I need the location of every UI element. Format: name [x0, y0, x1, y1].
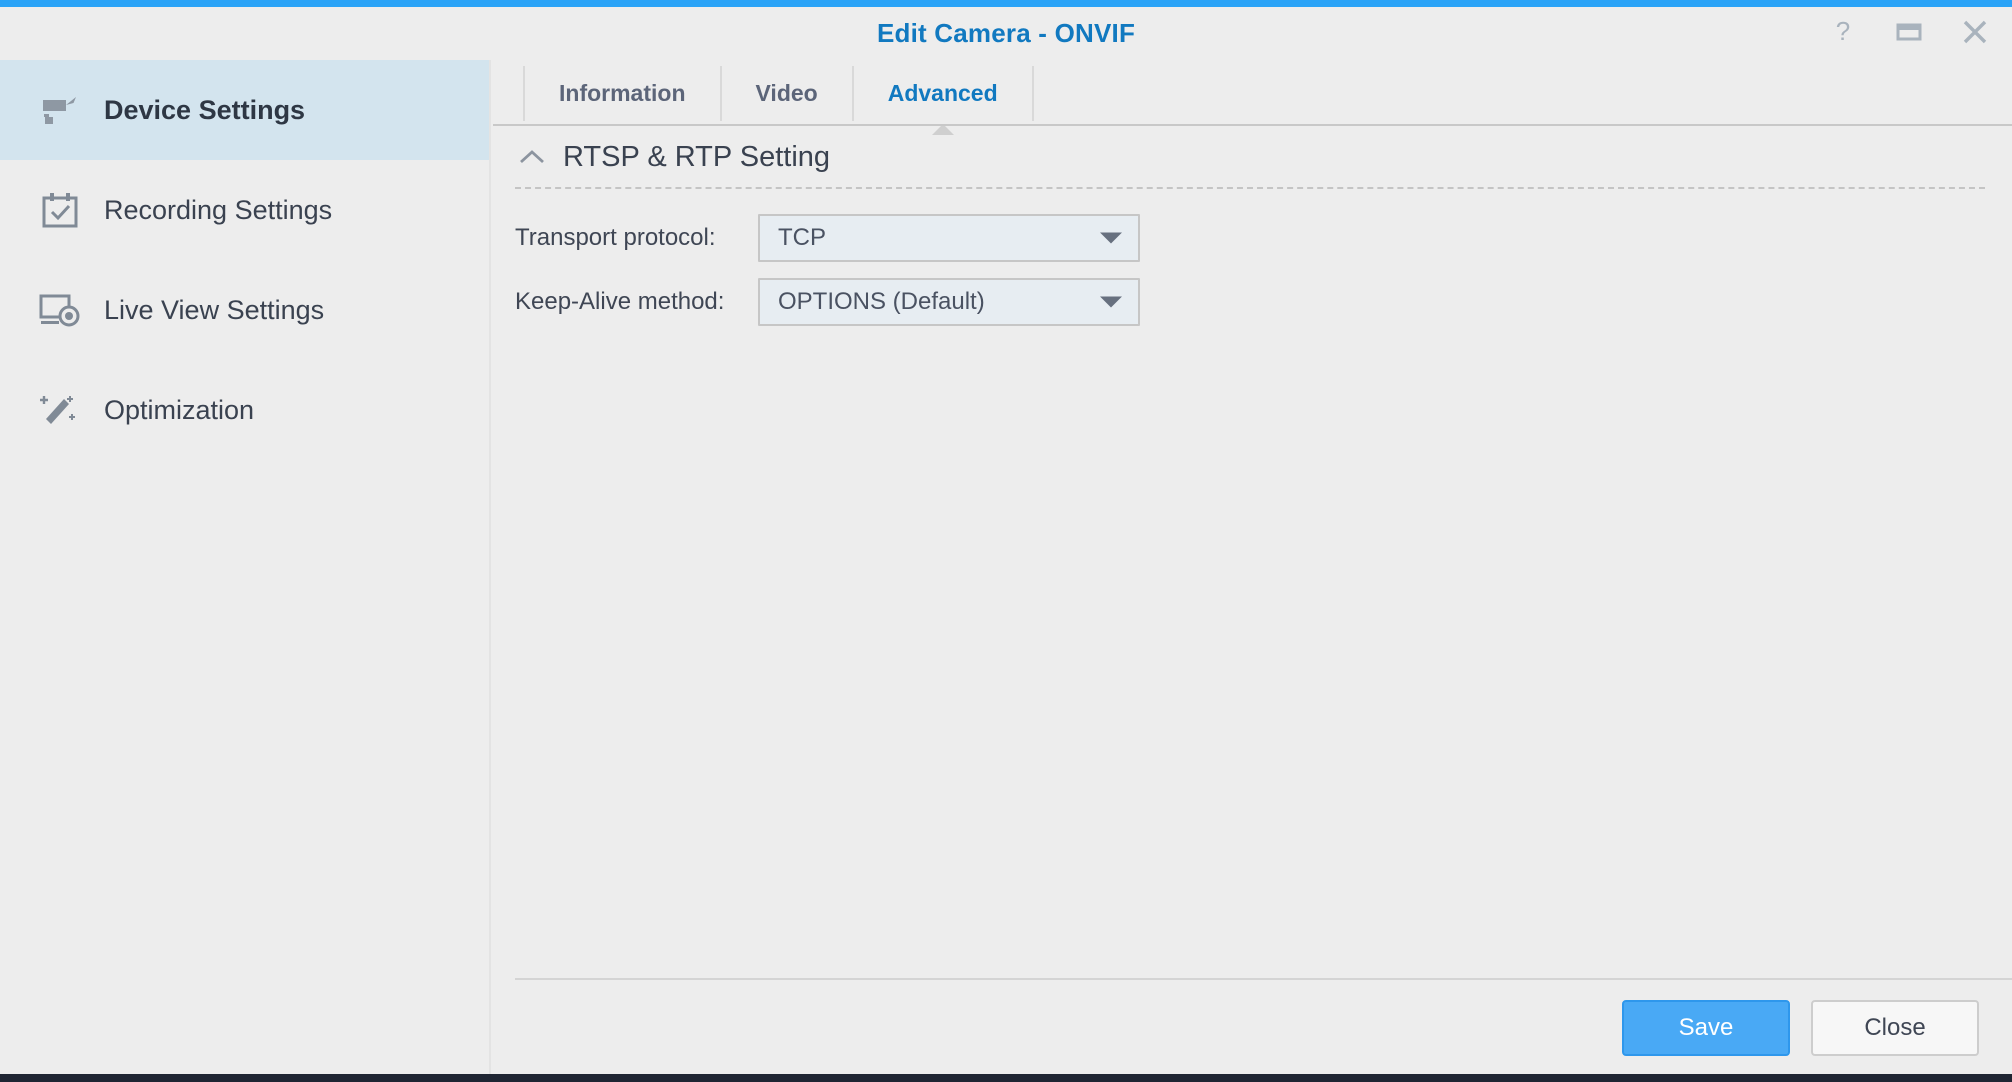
tab-divider	[493, 124, 2012, 126]
tab-information[interactable]: Information	[523, 66, 720, 121]
footer-divider	[515, 978, 2012, 980]
sidebar-item-optimization[interactable]: Optimization	[0, 360, 489, 460]
sidebar-item-label: Device Settings	[104, 95, 305, 126]
keep-alive-method-value: OPTIONS (Default)	[778, 288, 985, 316]
monitor-record-icon	[38, 288, 82, 332]
help-icon[interactable]: ?	[1826, 15, 1860, 49]
form-row-keep-alive-method: Keep-Alive method: OPTIONS (Default)	[515, 277, 1985, 327]
window-bottom-edge	[0, 1074, 2012, 1082]
keep-alive-method-label: Keep-Alive method:	[515, 288, 758, 316]
section-divider	[515, 187, 1985, 189]
window-title: Edit Camera - ONVIF	[0, 18, 2012, 49]
save-button[interactable]: Save	[1622, 1000, 1790, 1056]
keep-alive-method-select[interactable]: OPTIONS (Default)	[758, 278, 1140, 326]
rtsp-rtp-form: Transport protocol: TCP Keep-Alive metho…	[515, 213, 1985, 341]
edit-camera-dialog: Edit Camera - ONVIF ?	[0, 0, 2012, 1082]
caret-up-icon[interactable]	[515, 140, 549, 174]
transport-protocol-select[interactable]: TCP	[758, 214, 1140, 262]
chevron-down-icon	[1100, 233, 1122, 244]
save-button-label: Save	[1679, 1014, 1734, 1042]
section-title: RTSP & RTP Setting	[563, 141, 830, 174]
tab-label: Video	[756, 80, 818, 107]
camera-icon	[38, 88, 82, 132]
section-header-rtsp-rtp[interactable]: RTSP & RTP Setting	[515, 140, 830, 174]
tab-label: Advanced	[888, 80, 998, 107]
form-row-transport-protocol: Transport protocol: TCP	[515, 213, 1985, 263]
sidebar-item-label: Recording Settings	[104, 195, 332, 226]
close-icon[interactable]	[1958, 15, 1992, 49]
sidebar-item-label: Live View Settings	[104, 295, 324, 326]
transport-protocol-label: Transport protocol:	[515, 224, 758, 252]
svg-text:?: ?	[1836, 17, 1850, 46]
sidebar-item-recording-settings[interactable]: Recording Settings	[0, 160, 489, 260]
tab-label: Information	[559, 80, 686, 107]
chevron-down-icon	[1100, 297, 1122, 308]
tab-strip: Information Video Advanced	[523, 66, 1034, 121]
magic-wand-icon	[38, 388, 82, 432]
dialog-footer: Save Close	[493, 982, 2012, 1074]
title-bar: Edit Camera - ONVIF ?	[0, 7, 2012, 60]
calendar-check-icon	[38, 188, 82, 232]
close-button-label: Close	[1864, 1014, 1925, 1042]
close-button[interactable]: Close	[1811, 1000, 1979, 1056]
tab-video[interactable]: Video	[720, 66, 852, 121]
sidebar-item-device-settings[interactable]: Device Settings	[0, 60, 489, 160]
transport-protocol-value: TCP	[778, 224, 826, 252]
content-panel: Information Video Advanced RTSP & RTP Se…	[493, 60, 2012, 1074]
window-accent-bar	[0, 0, 2012, 7]
window-controls: ?	[1826, 15, 1992, 49]
sidebar-item-live-view-settings[interactable]: Live View Settings	[0, 260, 489, 360]
tab-advanced[interactable]: Advanced	[852, 66, 1034, 121]
sidebar-item-label: Optimization	[104, 395, 254, 426]
sidebar: Device Settings Recording Settings	[0, 60, 491, 1074]
restore-window-icon[interactable]	[1892, 15, 1926, 49]
